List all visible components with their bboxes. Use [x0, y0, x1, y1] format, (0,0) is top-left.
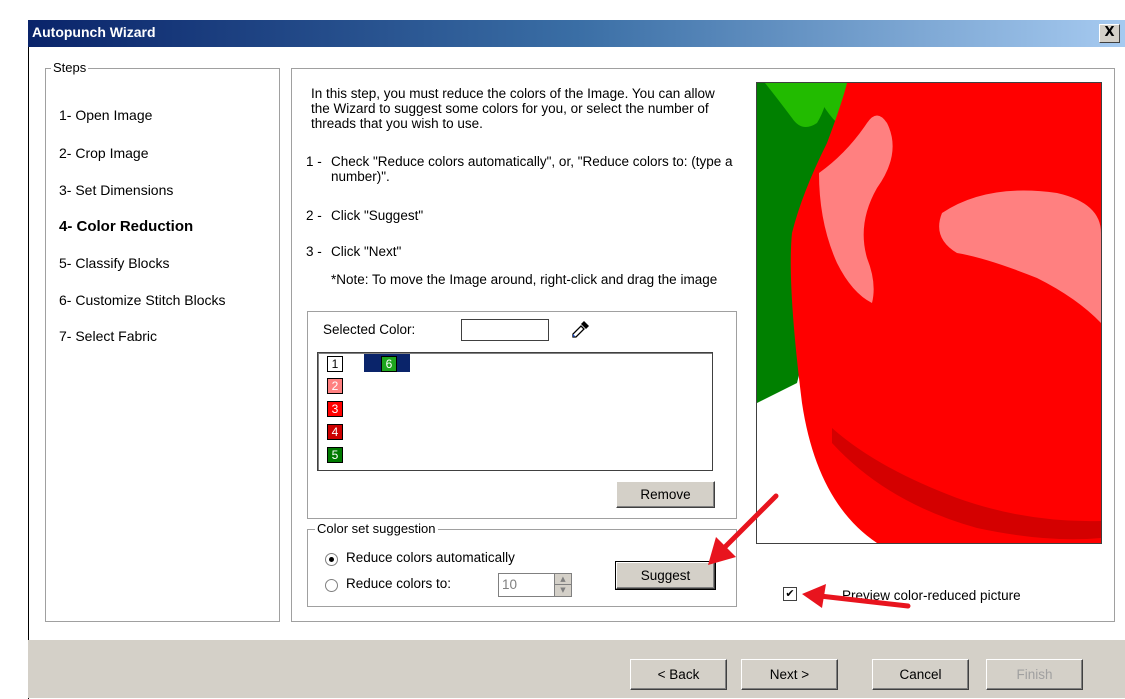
- arrow-to-preview-line: [817, 593, 911, 609]
- arrow-to-preview-head: [802, 584, 826, 608]
- annotation-arrows: [708, 493, 911, 609]
- arrow-to-suggest-line: [719, 493, 779, 553]
